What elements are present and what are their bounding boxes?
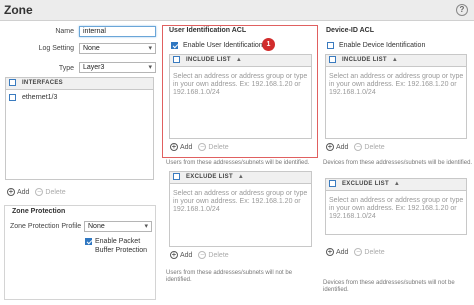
remove-icon: − <box>35 187 44 196</box>
interfaces-list: ethernet1/3 <box>5 90 154 180</box>
device-include-delete-button[interactable]: − Delete <box>350 142 385 151</box>
add-icon: + <box>170 250 178 259</box>
add-icon: + <box>326 247 334 256</box>
device-exclude-placeholder: Select an address or address group or ty… <box>329 197 464 220</box>
add-icon: + <box>7 187 15 196</box>
remove-icon: − <box>198 142 207 151</box>
user-exclude-actions: + Add − Delete <box>170 251 229 259</box>
user-include-actions: + Add − Delete <box>170 143 229 151</box>
chevron-down-icon: ▾ <box>148 45 152 52</box>
remove-icon: − <box>198 250 207 259</box>
interfaces-header-label: INTERFACES <box>21 80 63 86</box>
device-include-actions: + Add − Delete <box>326 143 385 151</box>
zone-protection-profile-select[interactable]: None ▾ <box>84 221 152 232</box>
select-all-checkbox[interactable] <box>329 55 336 63</box>
enable-device-id-row[interactable]: Enable Device Identification <box>327 42 425 49</box>
device-include-placeholder: Select an address or address group or ty… <box>329 73 464 96</box>
device-exclude-header-label: EXCLUDE LIST <box>341 181 389 187</box>
user-exclude-header: EXCLUDE LIST ▲ <box>169 171 312 184</box>
interfaces-delete-button[interactable]: − Delete <box>31 187 66 196</box>
chevron-up-icon[interactable]: ▲ <box>236 55 242 66</box>
user-include-hint: Users from these addresses/subnets will … <box>166 160 310 166</box>
chevron-down-icon: ▾ <box>148 64 152 71</box>
select-all-checkbox[interactable] <box>173 172 180 180</box>
user-exclude-hint: Users from these addresses/subnets will … <box>166 270 293 283</box>
dialog-titlebar: Zone ? <box>0 0 474 21</box>
device-include-header: INCLUDE LIST ▲ <box>325 54 467 67</box>
zone-protection-title: Zone Protection <box>12 208 66 215</box>
packet-buffer-checkbox-row[interactable] <box>85 238 92 245</box>
packet-buffer-checkbox[interactable] <box>85 238 92 245</box>
interfaces-add-button[interactable]: + Add <box>7 187 29 196</box>
user-exclude-placeholder: Select an address or address group or ty… <box>173 190 308 213</box>
enable-user-id-checkbox[interactable] <box>171 42 178 49</box>
interface-name: ethernet1/3 <box>21 94 58 102</box>
device-exclude-header: EXCLUDE LIST ▲ <box>325 178 467 191</box>
name-label: Name <box>55 28 74 35</box>
zone-protection-profile-value: None <box>88 223 105 230</box>
chevron-up-icon[interactable]: ▲ <box>238 172 244 183</box>
log-setting-value: None <box>83 45 100 52</box>
type-label: Type <box>58 65 74 72</box>
device-include-header-label: INCLUDE LIST <box>341 57 387 63</box>
chevron-down-icon: ▾ <box>144 223 148 230</box>
select-all-checkbox[interactable] <box>173 55 180 63</box>
log-setting-select[interactable]: None ▾ <box>79 43 156 54</box>
user-include-delete-button[interactable]: − Delete <box>194 142 229 151</box>
enable-user-id-row[interactable]: Enable User Identification <box>171 42 263 49</box>
select-all-checkbox[interactable] <box>329 179 336 187</box>
chevron-up-icon[interactable]: ▲ <box>392 55 398 66</box>
add-icon: + <box>326 142 334 151</box>
enable-user-id-label: Enable User Identification <box>182 42 263 50</box>
user-include-header-label: INCLUDE LIST <box>185 57 231 63</box>
interfaces-actions: + Add − Delete <box>7 188 66 196</box>
enable-device-id-label: Enable Device Identification <box>338 42 426 50</box>
remove-icon: − <box>354 247 363 256</box>
device-exclude-add-button[interactable]: + Add <box>326 247 348 256</box>
name-input[interactable]: internal <box>79 26 156 37</box>
device-exclude-actions: + Add − Delete <box>326 248 385 256</box>
user-exclude-header-label: EXCLUDE LIST <box>185 174 233 180</box>
type-select[interactable]: Layer3 ▾ <box>79 62 156 73</box>
add-icon: + <box>170 142 178 151</box>
interface-checkbox[interactable] <box>9 94 16 101</box>
device-exclude-delete-button[interactable]: − Delete <box>350 247 385 256</box>
chevron-up-icon[interactable]: ▲ <box>394 179 400 190</box>
enable-device-id-checkbox[interactable] <box>327 42 334 49</box>
user-include-placeholder: Select an address or address group or ty… <box>173 73 308 96</box>
type-value: Layer3 <box>83 64 105 71</box>
device-include-hint: Devices from these addresses/subnets wil… <box>323 160 473 166</box>
list-item[interactable]: ethernet1/3 <box>9 94 57 101</box>
select-all-interfaces-checkbox[interactable] <box>9 78 16 86</box>
packet-buffer-label: Enable Packet Buffer Protection <box>95 238 148 254</box>
user-exclude-delete-button[interactable]: − Delete <box>194 250 229 259</box>
user-include-add-button[interactable]: + Add <box>170 142 192 151</box>
user-include-header: INCLUDE LIST ▲ <box>169 54 312 67</box>
step-badge: 1 <box>262 38 275 51</box>
log-setting-label: Log Setting <box>38 45 74 52</box>
zone-protection-profile-label: Zone Protection Profile <box>10 223 82 230</box>
interfaces-header: INTERFACES <box>5 77 154 90</box>
remove-icon: − <box>354 142 363 151</box>
device-exclude-hint: Devices from these addresses/subnets wil… <box>323 280 455 293</box>
device-id-acl-title: Device-ID ACL <box>326 27 374 34</box>
help-icon[interactable]: ? <box>456 4 468 16</box>
dialog-title: Zone <box>4 3 33 17</box>
device-include-add-button[interactable]: + Add <box>326 142 348 151</box>
user-exclude-add-button[interactable]: + Add <box>170 250 192 259</box>
